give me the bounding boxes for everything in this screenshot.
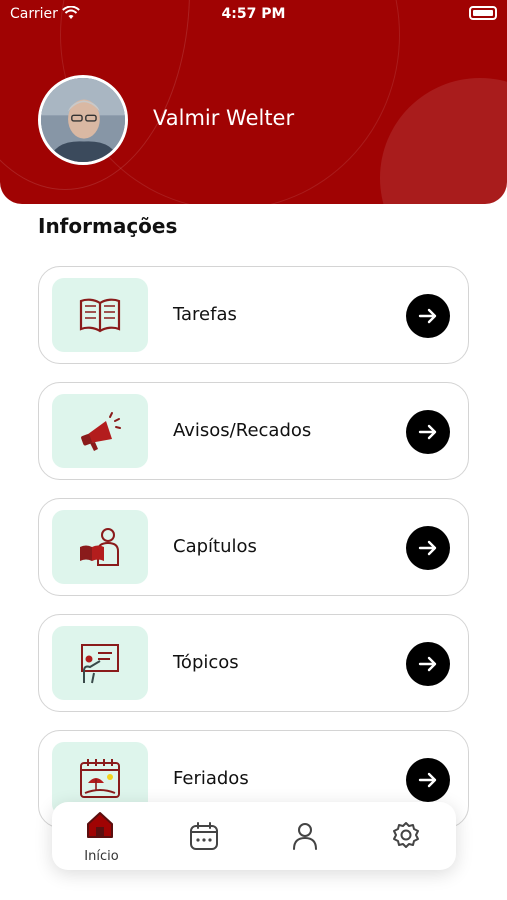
tab-settings[interactable] xyxy=(355,802,456,870)
arrow-right-button[interactable] xyxy=(406,758,450,802)
tab-calendar[interactable] xyxy=(153,802,254,870)
arrow-right-icon xyxy=(418,656,437,672)
card-label: Capítulos xyxy=(173,536,257,557)
profile-header: Carrier 4:57 PM Valmir Welter xyxy=(0,0,507,204)
tab-profile[interactable] xyxy=(254,802,355,870)
profile-icon xyxy=(293,823,317,850)
card-topicos[interactable]: Tópicos xyxy=(38,614,469,712)
bottom-tab-bar: Início xyxy=(52,802,456,870)
avatar[interactable] xyxy=(38,75,128,165)
arrow-right-icon xyxy=(418,540,437,556)
header-decoration-circle xyxy=(380,78,507,204)
arrow-right-icon xyxy=(418,308,437,324)
book-icon xyxy=(79,298,121,333)
arrow-right-button[interactable] xyxy=(406,410,450,454)
card-icon-tile xyxy=(52,394,148,468)
calendar-beach-icon xyxy=(80,759,120,798)
card-icon-tile xyxy=(52,626,148,700)
card-capitulos[interactable]: Capítulos xyxy=(38,498,469,596)
megaphone-icon xyxy=(81,412,121,451)
card-label: Tópicos xyxy=(173,652,239,673)
card-label: Tarefas xyxy=(173,304,237,325)
card-icon-tile xyxy=(52,510,148,584)
reader-icon xyxy=(80,528,119,566)
card-tarefas[interactable]: Tarefas xyxy=(38,266,469,364)
user-name: Valmir Welter xyxy=(153,106,295,130)
arrow-right-button[interactable] xyxy=(406,526,450,570)
calendar-icon xyxy=(190,822,218,850)
tab-inicio[interactable]: Início xyxy=(52,802,153,870)
settings-icon xyxy=(393,822,419,848)
card-label: Feriados xyxy=(173,768,249,789)
section-title: Informações xyxy=(38,214,178,238)
tab-label: Início xyxy=(84,849,119,864)
arrow-right-button[interactable] xyxy=(406,294,450,338)
card-avisos-recados[interactable]: Avisos/Recados xyxy=(38,382,469,480)
status-bar: Carrier 4:57 PM xyxy=(0,0,507,28)
presentation-icon xyxy=(81,644,119,684)
arrow-right-button[interactable] xyxy=(406,642,450,686)
arrow-right-icon xyxy=(418,424,437,440)
battery-icon xyxy=(469,6,497,20)
card-label: Avisos/Recados xyxy=(173,420,312,441)
card-icon-tile xyxy=(52,278,148,352)
home-icon xyxy=(87,812,113,838)
arrow-right-icon xyxy=(418,772,437,788)
clock: 4:57 PM xyxy=(221,6,286,22)
